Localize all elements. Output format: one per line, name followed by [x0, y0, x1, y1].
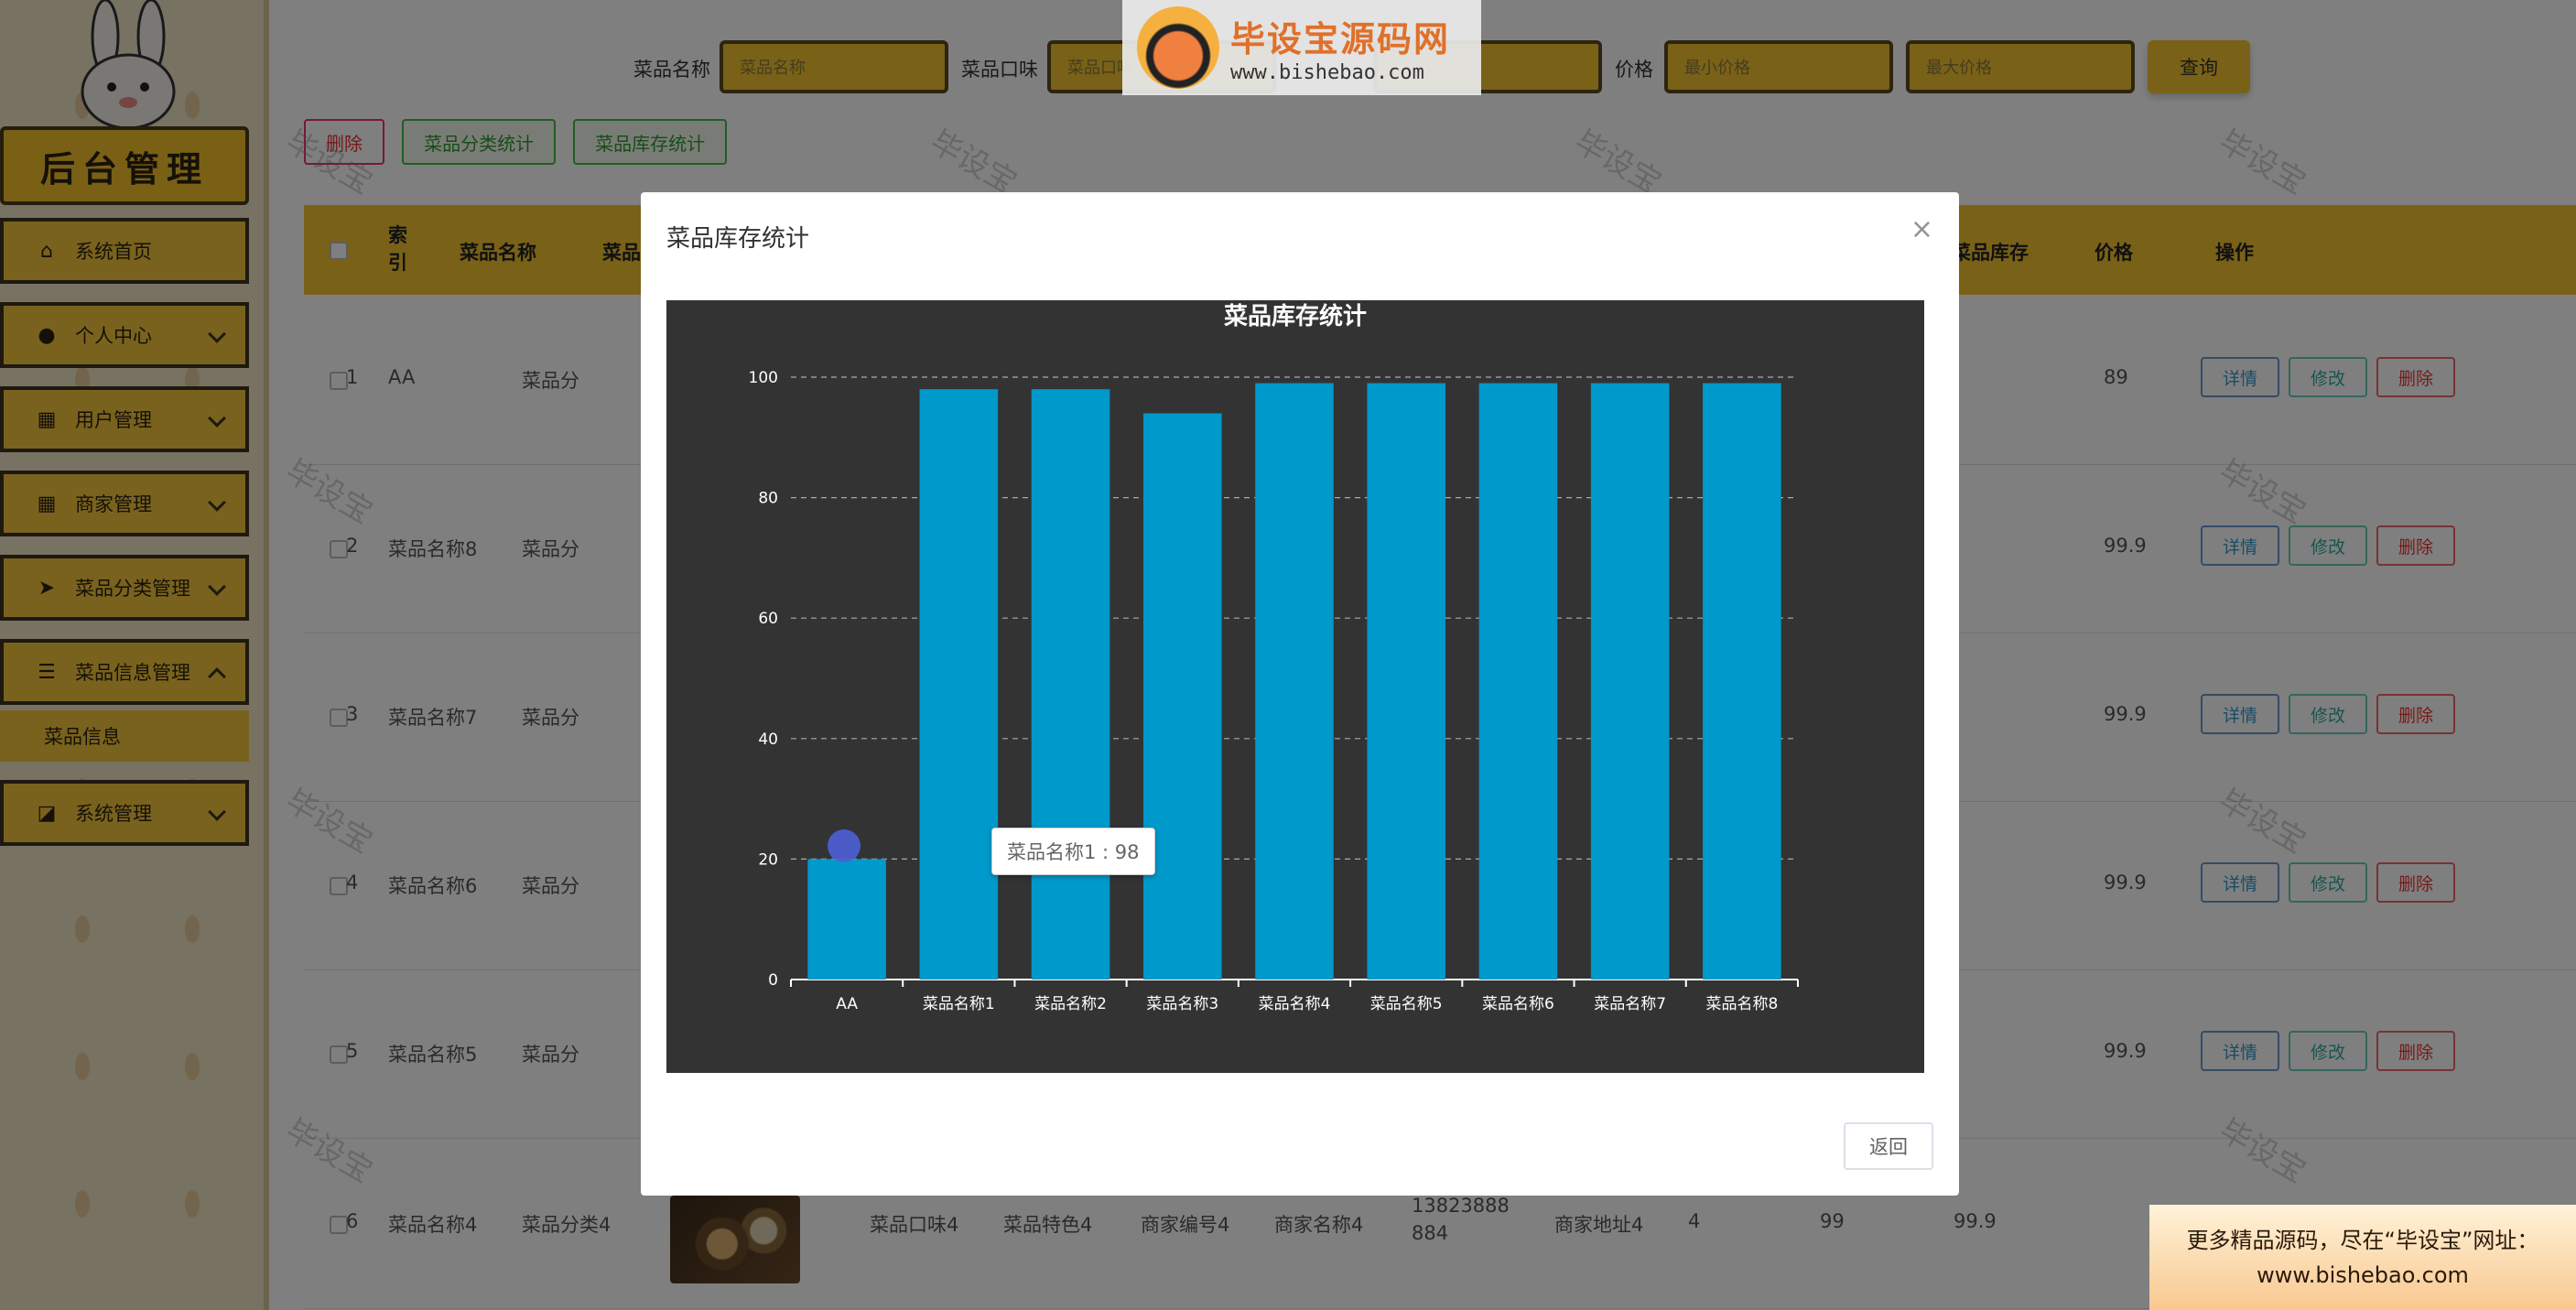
stock-stats-dialog: 菜品库存统计 × 菜品库存统计 0 20 40 60 80 100 AA 菜品名称1 菜品名称2 菜…	[641, 192, 1959, 1196]
x-tick-label: 菜品名称3	[1146, 995, 1218, 1013]
x-tick-label: 菜品名称7	[1594, 995, 1666, 1013]
x-tick-label: 菜品名称4	[1259, 995, 1331, 1013]
bar-1[interactable]	[919, 389, 999, 980]
chart-svg: 菜品库存统计 0 20 40 60 80 100 AA 菜品名称1 菜品名称2 菜品名称3 菜品名称4…	[749, 302, 1799, 1013]
chart-tooltip: 菜品名称1 : 98	[991, 828, 1155, 875]
y-tick-label: 20	[758, 850, 778, 869]
close-icon[interactable]: ×	[1910, 216, 1933, 244]
bar-8[interactable]	[1703, 383, 1781, 980]
bar-7[interactable]	[1590, 383, 1670, 980]
logo-title: 毕设宝源码网	[1230, 18, 1451, 60]
y-tick-label: 80	[758, 490, 778, 508]
x-tick-label: 菜品名称6	[1482, 995, 1554, 1013]
chart-title: 菜品库存统计	[1223, 302, 1367, 330]
back-button[interactable]: 返回	[1844, 1122, 1933, 1170]
bar-6[interactable]	[1478, 383, 1558, 980]
bar-2[interactable]	[1031, 389, 1110, 980]
promo-line-1: 更多精品源码，尽在“毕设宝”网址：	[2186, 1227, 2539, 1253]
dialog-title: 菜品库存统计	[666, 225, 810, 253]
site-logo-watermark: 毕设宝源码网 www.bishebao.com	[1122, 0, 1481, 95]
x-tick-label: 菜品名称1	[923, 995, 995, 1013]
bar-3[interactable]	[1143, 413, 1222, 980]
promo-line-2: www.bishebao.com	[2257, 1261, 2469, 1288]
bar-4[interactable]	[1255, 383, 1334, 980]
x-tick-label: 菜品名称8	[1705, 995, 1778, 1013]
y-tick-label: 40	[758, 731, 778, 749]
logo-url: www.bishebao.com	[1230, 61, 1424, 84]
x-tick-label: AA	[836, 995, 858, 1013]
stock-bar-chart: 菜品库存统计 0 20 40 60 80 100 AA 菜品名称1 菜品名称2 菜品名称3 菜品名称4…	[666, 300, 1924, 1073]
app-root: 后台管理 ⌂ 系统首页 ● 个人中心 ▦ 用户管理 ▦ 商家管理	[0, 0, 2576, 1310]
promo-banner[interactable]: 更多精品源码，尽在“毕设宝”网址： www.bishebao.com	[2149, 1205, 2576, 1310]
y-tick-label: 100	[749, 369, 778, 387]
bar-0[interactable]	[807, 859, 886, 980]
y-tick-label: 0	[768, 971, 778, 990]
cursor-indicator	[828, 829, 860, 862]
mascot-logo-icon	[1137, 6, 1219, 89]
x-tick-label: 菜品名称2	[1034, 995, 1107, 1013]
y-tick-label: 60	[758, 610, 778, 628]
x-tick-label: 菜品名称5	[1370, 995, 1443, 1013]
bar-5[interactable]	[1367, 383, 1445, 980]
